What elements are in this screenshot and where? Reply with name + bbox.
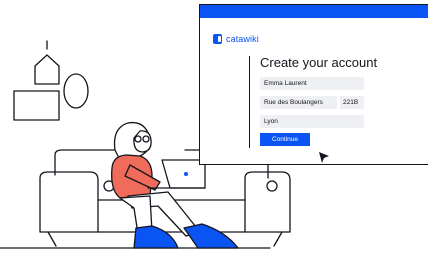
browser-window: catawiki Create your account Emma Lauren… <box>199 4 428 165</box>
catawiki-logo-icon <box>213 34 222 44</box>
laptop-logo <box>184 172 188 176</box>
name-field[interactable]: Emma Laurent <box>260 77 364 90</box>
wall-frame <box>13 90 60 121</box>
signup-form: Create your account Emma Laurent Rue des… <box>249 55 425 148</box>
continue-button[interactable]: Continue <box>260 133 310 146</box>
brand-name: catawiki <box>226 34 259 44</box>
street-field[interactable]: Rue des Boulangers <box>260 96 337 109</box>
city-field[interactable]: Lyon <box>260 115 364 128</box>
page-title: Create your account <box>260 55 378 70</box>
catawiki-logo[interactable]: catawiki <box>213 34 259 44</box>
house-number-field[interactable]: 221B <box>340 96 364 109</box>
oval-mirror <box>63 73 89 109</box>
browser-top-bar <box>200 5 428 18</box>
shoe-left <box>133 225 179 249</box>
pointer-cursor-icon <box>319 152 329 163</box>
shoe-right <box>183 223 239 249</box>
house-frame <box>34 54 60 85</box>
